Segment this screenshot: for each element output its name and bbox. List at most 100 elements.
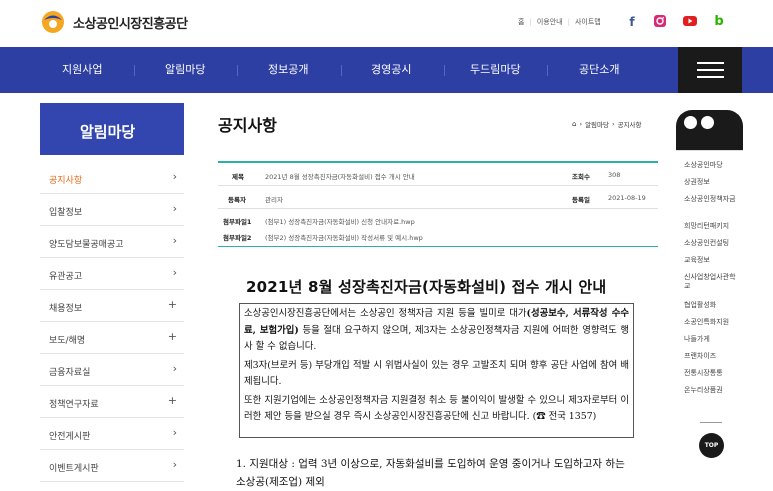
post-author: 관리자 [265, 196, 283, 204]
nav-divider [134, 65, 135, 76]
instagram-icon[interactable] [652, 14, 668, 30]
nav-management[interactable]: 경영공시 [371, 47, 411, 93]
sidebar-item-press[interactable]: 보도/해명 + [40, 322, 184, 354]
chevron-right-icon: › [172, 362, 177, 375]
divider: | [529, 18, 532, 26]
plus-icon: + [167, 298, 177, 311]
notice-paragraph: 제3자(브로커 등) 부당개입 적발 시 위법사실이 있는 경우 고발조치 되며… [244, 359, 629, 388]
notice-paragraph: 또한 지원기업에는 소상공인정책자금 지원결정 취소 등 불이익이 발생할 수 … [244, 393, 629, 426]
youtube-icon[interactable] [682, 14, 698, 30]
quick-menu-item[interactable]: 소공인특화지원 [684, 318, 739, 327]
attachments-row: 첨부파일1 (첨부1) 성장촉진자금(자동화설비) 신청 안내자료.hwp 첨부… [218, 209, 658, 247]
divider [676, 150, 743, 151]
attachment-label: 첨부파일1 [223, 218, 252, 226]
plus-icon: + [167, 394, 177, 407]
sitemap-link[interactable]: 사이트맵 [575, 17, 601, 27]
sidebar-title: 알림마당 [40, 103, 184, 155]
page-title: 공지사항 [218, 116, 277, 135]
quick-menu-item[interactable]: 소상공인컨설팅 [684, 239, 739, 248]
attachment-link[interactable]: (첨부1) 성장촉진자금(자동화설비) 신청 안내자료.hwp [265, 216, 415, 226]
sidebar-item-safety[interactable]: 안전게시판 › [40, 418, 184, 450]
subject-label: 제목 [232, 173, 244, 181]
notice-paragraph: 소상공인시장진흥공단에서는 소상공인 정책자금 지원 등을 빌미로 대가(성공보… [244, 306, 629, 356]
logo[interactable]: 소상공인시장진흥공단 [40, 10, 188, 34]
notice-text: 등을 절대 요구하지 않으며, 제3자는 소상공인정책자금 지원에 어떠한 영향… [244, 324, 630, 353]
main-nav: 지원사업 알림마당 정보공개 경영공시 두드림마당 공단소개 [0, 47, 773, 93]
camera-icon[interactable] [684, 116, 697, 129]
quick-menu-item[interactable]: 상권정보 [684, 178, 739, 187]
nav-divider [341, 65, 342, 76]
post-date: 2021-08-19 [608, 194, 646, 202]
quick-menu-item[interactable]: 소상공인마당 [684, 161, 739, 170]
sidebar-item-research[interactable]: 정책연구자료 + [40, 386, 184, 418]
chevron-right-icon: › [172, 202, 177, 215]
facebook-icon[interactable]: f [624, 14, 640, 30]
quick-menu-item[interactable]: 교육정보 [684, 256, 739, 265]
divider: | [567, 18, 570, 26]
plus-icon: + [167, 330, 177, 343]
nav-notice[interactable]: 알림마당 [165, 47, 205, 93]
sidebar-item-label: 금융자료실 [49, 368, 91, 378]
date-label: 등록일 [572, 196, 590, 204]
home-icon[interactable]: ⌂ [572, 120, 576, 128]
quick-menu-item[interactable]: 협업활성화 [684, 301, 739, 310]
notice-box: 소상공인시장진흥공단에서는 소상공인 정책자금 지원 등을 빌미로 대가(성공보… [239, 303, 634, 438]
blog-icon[interactable]: b [711, 14, 727, 30]
sidebar-title-text: 알림마당 [80, 123, 136, 141]
quick-menu-item[interactable]: 소상공인정책자금 [684, 195, 739, 204]
sidebar-item-notice[interactable]: 공지사항 › [40, 162, 184, 194]
nav-divider [237, 65, 238, 76]
sidebar-item-label: 입찰정보 [49, 208, 83, 218]
nav-divider [547, 65, 548, 76]
table-row: 제목 2021년 8월 성장촉진자금(자동화설비) 접수 개시 안내 조회수 3… [218, 163, 658, 186]
quick-menu-item[interactable]: 온누리상품권 [684, 386, 739, 395]
attachment-link[interactable]: (첨부2) 성장촉진자금(자동화설비) 작성서류 및 예시.hwp [265, 232, 423, 242]
views-label: 조회수 [572, 173, 590, 181]
nav-support[interactable]: 지원사업 [62, 47, 102, 93]
sidebar-item-finance[interactable]: 금융자료실 › [40, 354, 184, 386]
nav-info[interactable]: 정보공개 [268, 47, 308, 93]
quick-menu-item[interactable]: 희망리턴패키지 [684, 222, 739, 231]
guide-link[interactable]: 이용안내 [537, 17, 563, 27]
nav-about[interactable]: 공단소개 [579, 47, 619, 93]
sidebar-item-event[interactable]: 이벤트게시판 › [40, 450, 184, 482]
sidebar-item-label: 양도담보물공매공고 [49, 240, 124, 250]
nav-divider [444, 65, 445, 76]
post-subject: 2021년 8월 성장촉진자금(자동화설비) 접수 개시 안내 [265, 173, 415, 181]
menu-list-icon[interactable] [701, 116, 714, 129]
divider [700, 422, 722, 423]
sidebar-item-recruit[interactable]: 채용정보 + [40, 290, 184, 322]
breadcrumb-item: 공지사항 [617, 121, 642, 129]
quick-menu-item[interactable]: 전통시장통통 [684, 369, 739, 378]
sidebar-item-bid[interactable]: 입찰정보 › [40, 194, 184, 226]
chevron-right-icon: › [172, 266, 177, 279]
quick-menu-item[interactable]: 신사업창업사관학교 [684, 273, 739, 291]
sidebar-item-label: 채용정보 [49, 304, 83, 314]
post-views: 308 [608, 171, 621, 179]
menu-icon[interactable] [678, 47, 742, 93]
org-name: 소상공인시장진흥공단 [73, 16, 188, 32]
top-bar: 소상공인시장진흥공단 홈 | 이용안내 | 사이트맵 f b [0, 0, 773, 47]
sidebar-item-label: 보도/해명 [49, 336, 86, 346]
utility-links: 홈 | 이용안내 | 사이트맵 [518, 17, 601, 27]
sidebar-item-label: 안전게시판 [49, 432, 91, 442]
sidebar-item-related[interactable]: 유관공고 › [40, 258, 184, 290]
quick-menu-item[interactable]: 프랜차이즈 [684, 352, 739, 361]
list-item: 1. 지원대상 : 업력 3년 이상으로, 자동화설비를 도입하여 운영 중이거… [236, 458, 625, 488]
post-info-table: 제목 2021년 8월 성장촉진자금(자동화설비) 접수 개시 안내 조회수 3… [218, 161, 658, 247]
phone-text: (☎ 전국 1357) [532, 411, 597, 422]
author-label: 등록자 [228, 196, 246, 204]
quick-menu-item[interactable]: 나들가게 [684, 335, 739, 344]
breadcrumb-item[interactable]: 알림마당 [585, 119, 609, 129]
sidebar-item-collateral[interactable]: 양도담보물공매공고 › [40, 226, 184, 258]
quick-menu-header [676, 110, 743, 150]
home-link[interactable]: 홈 [518, 17, 524, 27]
chevron-right-icon: › [172, 458, 177, 471]
nav-dodream[interactable]: 두드림마당 [470, 47, 521, 93]
document-title: 2021년 8월 성장촉진자금(자동화설비) 접수 개시 안내 [246, 278, 607, 296]
breadcrumb-separator: › [611, 120, 615, 128]
chevron-right-icon: › [172, 170, 177, 183]
scroll-top-button[interactable]: TOP [699, 433, 724, 458]
notice-text: 소상공인시장진흥공단에서는 소상공인 정책자금 지원 등을 빌미로 대가 [244, 308, 527, 319]
attachment-label: 첨부파일2 [223, 234, 252, 242]
